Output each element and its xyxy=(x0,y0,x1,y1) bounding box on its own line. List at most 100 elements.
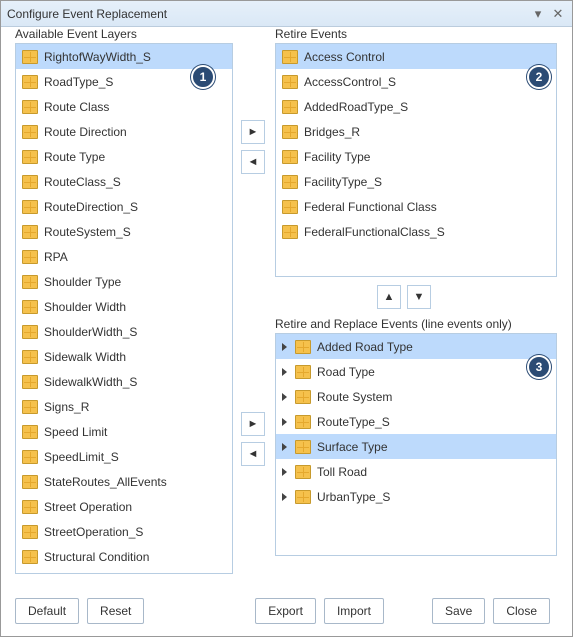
list-item-label: Signs_R xyxy=(44,400,89,414)
tree-item[interactable]: RouteType_S xyxy=(276,409,556,434)
available-list[interactable]: RightofWayWidth_SRoadType_SRoute ClassRo… xyxy=(16,44,232,573)
tree-item[interactable]: Added Road Type xyxy=(276,334,556,359)
close-icon[interactable]: ✕ xyxy=(550,6,566,22)
list-item[interactable]: RPA xyxy=(16,244,232,269)
layer-icon xyxy=(22,325,38,339)
move-down-button[interactable]: ▼ xyxy=(407,285,431,309)
list-item-label: StateRoutes_AllEvents xyxy=(44,475,167,489)
list-item-label: Speed Limit xyxy=(44,425,107,439)
list-item[interactable]: Federal Functional Class xyxy=(276,194,556,219)
retire-list[interactable]: Access Control AccessControl_S AddedRoadTy… xyxy=(276,44,556,276)
list-item[interactable]: Access Control xyxy=(276,44,556,69)
layer-icon xyxy=(295,365,311,379)
tree-item[interactable]: Toll Road xyxy=(276,459,556,484)
list-item[interactable]: ShoulderWidth_S xyxy=(16,319,232,344)
list-item-label: StreetOperation_S xyxy=(44,525,143,539)
list-item[interactable]: Shoulder Width xyxy=(16,294,232,319)
list-item[interactable]: Street Operation xyxy=(16,494,232,519)
move-left-retire-button[interactable]: ◄ xyxy=(241,150,265,174)
callout-3: 3 xyxy=(527,355,551,379)
layer-icon xyxy=(22,150,38,164)
list-item[interactable]: Facility Type xyxy=(276,144,556,169)
tree-item-label: Road Type xyxy=(317,365,375,379)
tree-item[interactable]: Route System xyxy=(276,384,556,409)
expander-icon[interactable] xyxy=(282,443,287,451)
export-button[interactable]: Export xyxy=(255,598,316,624)
expander-icon[interactable] xyxy=(282,393,287,401)
import-button[interactable]: Import xyxy=(324,598,384,624)
list-item[interactable]: AddedRoadType_S xyxy=(276,94,556,119)
list-item-label: AccessControl_S xyxy=(304,75,396,89)
list-item[interactable]: FederalFunctionalClass_S xyxy=(276,219,556,244)
titlebar: Configure Event Replacement ▾ ✕ xyxy=(1,1,572,27)
layer-icon xyxy=(22,275,38,289)
list-item[interactable]: AccessControl_S xyxy=(276,69,556,94)
configure-event-replacement-window: Configure Event Replacement ▾ ✕ Availabl… xyxy=(0,0,573,637)
list-item[interactable]: Signs_R xyxy=(16,394,232,419)
list-item-label: ShoulderWidth_S xyxy=(44,325,137,339)
list-item-label: Facility Type xyxy=(304,150,370,164)
layer-icon xyxy=(22,175,38,189)
list-item[interactable]: Sidewalk Width xyxy=(16,344,232,369)
list-item[interactable]: StateRoutes_AllEvents xyxy=(16,469,232,494)
list-item[interactable]: RouteSystem_S xyxy=(16,219,232,244)
list-item-label: Street Operation xyxy=(44,500,132,514)
callout-1: 1 xyxy=(191,65,215,89)
available-label: Available Event Layers xyxy=(15,27,137,41)
reset-button[interactable]: Reset xyxy=(87,598,144,624)
layer-icon xyxy=(22,450,38,464)
layer-icon xyxy=(282,100,298,114)
tree-item-label: Surface Type xyxy=(317,440,388,454)
tree-item[interactable]: UrbanType_S xyxy=(276,484,556,509)
list-item[interactable]: StreetOperation_S xyxy=(16,519,232,544)
layer-icon xyxy=(295,340,311,354)
move-up-button[interactable]: ▲ xyxy=(377,285,401,309)
layer-icon xyxy=(295,440,311,454)
retire-replace-list[interactable]: Added Road Type Road Type Route SystemRout… xyxy=(276,334,556,555)
layer-icon xyxy=(22,125,38,139)
list-item[interactable]: RouteClass_S xyxy=(16,169,232,194)
expander-icon[interactable] xyxy=(282,343,287,351)
move-right-retire-button[interactable]: ► xyxy=(241,120,265,144)
layer-icon xyxy=(22,100,38,114)
list-item[interactable]: FacilityType_S xyxy=(276,169,556,194)
list-item-label: AddedRoadType_S xyxy=(304,100,408,114)
list-item[interactable]: Bridges_R xyxy=(276,119,556,144)
list-item[interactable]: SidewalkWidth_S xyxy=(16,369,232,394)
expander-icon[interactable] xyxy=(282,493,287,501)
expander-icon[interactable] xyxy=(282,468,287,476)
list-item[interactable]: Route Class xyxy=(16,94,232,119)
list-item[interactable]: Shoulder Type xyxy=(16,269,232,294)
move-left-retrepl-button[interactable]: ◄ xyxy=(241,442,265,466)
list-item-label: FederalFunctionalClass_S xyxy=(304,225,445,239)
layer-icon xyxy=(282,150,298,164)
default-button[interactable]: Default xyxy=(15,598,79,624)
list-item[interactable]: Speed Limit xyxy=(16,419,232,444)
list-item-label: Bridges_R xyxy=(304,125,360,139)
list-item-label: RouteClass_S xyxy=(44,175,121,189)
expander-icon[interactable] xyxy=(282,418,287,426)
save-button[interactable]: Save xyxy=(432,598,485,624)
arrow-left-icon: ◄ xyxy=(248,156,259,168)
arrow-left-icon: ◄ xyxy=(248,448,259,460)
tree-item[interactable]: Surface Type xyxy=(276,434,556,459)
tree-item[interactable]: Road Type xyxy=(276,359,556,384)
layer-icon xyxy=(22,300,38,314)
layer-icon xyxy=(22,250,38,264)
arrow-down-icon: ▼ xyxy=(414,291,425,303)
move-right-retrepl-button[interactable]: ► xyxy=(241,412,265,436)
arrow-up-icon: ▲ xyxy=(384,291,395,303)
list-item[interactable]: SpeedLimit_S xyxy=(16,444,232,469)
list-item[interactable]: Structural Condition xyxy=(16,544,232,569)
list-item-label: Shoulder Type xyxy=(44,275,121,289)
list-item[interactable]: Route Type xyxy=(16,144,232,169)
list-item-label: RPA xyxy=(44,250,68,264)
list-item-label: Route Direction xyxy=(44,125,127,139)
expander-icon[interactable] xyxy=(282,368,287,376)
content-area: Available Event Layers RightofWayWidth_S… xyxy=(1,27,572,586)
collapse-icon[interactable]: ▾ xyxy=(530,6,546,22)
footer: Default Reset Export Import Save Close xyxy=(1,586,572,636)
list-item[interactable]: RouteDirection_S xyxy=(16,194,232,219)
close-button[interactable]: Close xyxy=(493,598,550,624)
list-item[interactable]: Route Direction xyxy=(16,119,232,144)
